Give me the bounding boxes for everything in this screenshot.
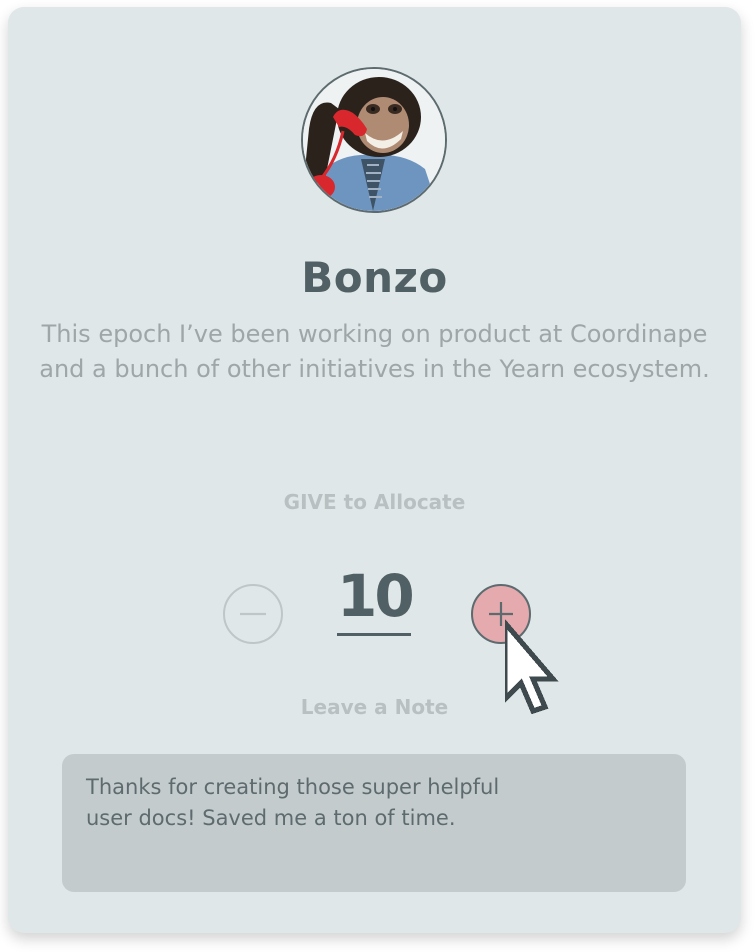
avatar-chimp-image	[303, 69, 445, 211]
allocation-card: Bonzo This epoch I’ve been working on pr…	[8, 7, 741, 933]
note-text-line: Thanks for creating those super helpful	[86, 775, 500, 799]
give-to-allocate-label: GIVE to Allocate	[283, 490, 466, 514]
minus-icon	[240, 612, 266, 616]
decrement-button[interactable]	[223, 584, 283, 644]
avatar	[301, 67, 447, 213]
pointer-cursor-icon	[505, 619, 559, 715]
give-amount-value[interactable]: 10	[337, 563, 415, 629]
note-text-line: user docs! Saved me a ton of time.	[86, 806, 456, 830]
leave-a-note-label: Leave a Note	[300, 695, 449, 719]
profile-name: Bonzo	[301, 253, 448, 302]
amount-underline	[337, 633, 411, 636]
note-textarea[interactable]: Thanks for creating those super helpful …	[62, 754, 686, 892]
profile-bio: This epoch I’ve been working on product …	[39, 320, 710, 383]
